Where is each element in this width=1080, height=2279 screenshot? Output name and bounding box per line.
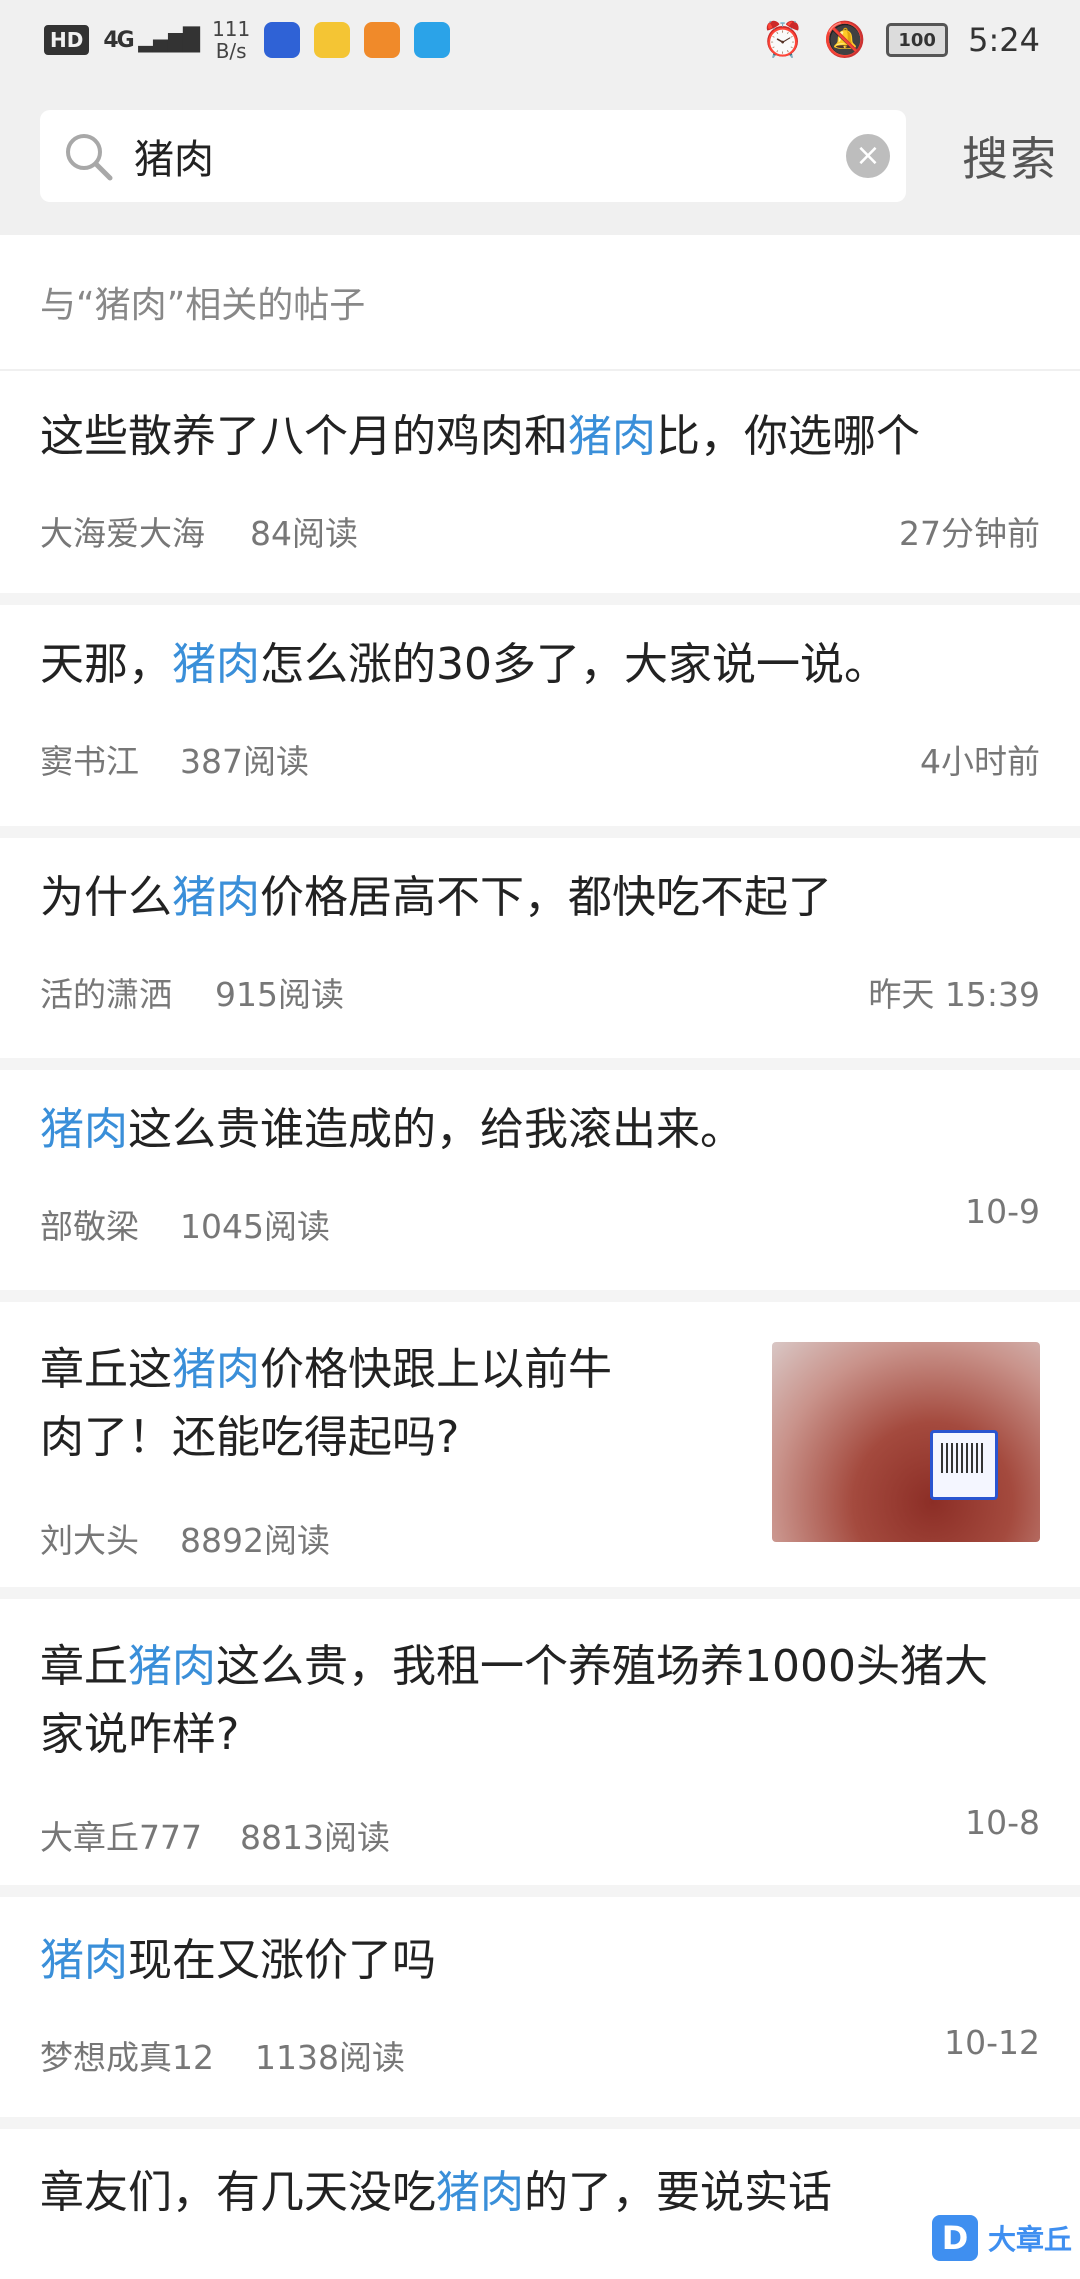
uc-browser-icon (364, 22, 401, 58)
post-title: 章丘这猪肉价格快跟上以前牛肉了！还能吃得起吗? (40, 1336, 680, 1472)
title-text: 章丘 (40, 1641, 128, 1692)
post-author: 刘大头 (40, 1521, 139, 1560)
post-reads: 915阅读 (215, 975, 344, 1014)
post-reads: 8813阅读 (240, 1818, 390, 1857)
post-author: 部敬梁 (40, 1207, 139, 1246)
title-text: 这些散养了八个月的鸡肉和 (40, 411, 568, 462)
post-reads: 8892阅读 (180, 1521, 330, 1560)
section-header: 与“猪肉”相关的帖子 (0, 235, 1080, 371)
network-speed: 111 B/s (212, 18, 250, 62)
status-left: HD 4G ▂▄▆█ 111 B/s (44, 18, 451, 62)
post-title: 章友们，有几天没吃猪肉的了，要说实话 (40, 2159, 832, 2227)
post-item[interactable]: 猪肉现在又涨价了吗 梦想成真12 1138阅读 10-12 (0, 1897, 1080, 2129)
post-reads: 1045阅读 (180, 1207, 330, 1246)
post-author: 大章丘777 (40, 1818, 202, 1857)
post-thumbnail (772, 1342, 1040, 1542)
title-text: 肉了！还能吃得起吗? (40, 1412, 460, 1463)
post-time: 10-12 (944, 2023, 1040, 2062)
title-text: 为什么 (40, 872, 172, 923)
post-title: 天那，猪肉怎么涨的30多了，大家说一说。 (40, 631, 888, 699)
post-item[interactable]: 为什么猪肉价格居高不下，都快吃不起了 活的潇洒 915阅读 昨天 15:39 (0, 838, 1080, 1070)
post-title: 章丘猪肉这么贵，我租一个养殖场养1000头猪大家说咋样? (40, 1633, 988, 1769)
post-item[interactable]: 章丘这猪肉价格快跟上以前牛肉了！还能吃得起吗? 刘大头 8892阅读 (0, 1302, 1080, 1599)
watermark-text: 大章丘 (987, 2223, 1072, 2256)
title-highlight: 猪肉 (40, 1935, 128, 1986)
post-item[interactable]: 猪肉这么贵谁造成的，给我滚出来。 部敬梁 1045阅读 10-9 (0, 1070, 1080, 1302)
post-item[interactable]: 章丘猪肉这么贵，我租一个养殖场养1000头猪大家说咋样? 大章丘777 8813… (0, 1599, 1080, 1897)
status-bar: HD 4G ▂▄▆█ 111 B/s ⏰ 🔕 100 5:24 (0, 0, 1080, 85)
clear-icon[interactable]: × (846, 134, 890, 178)
search-icon (66, 134, 113, 181)
search-input[interactable]: 猪肉 × (40, 110, 906, 202)
post-time: 27分钟前 (899, 514, 1040, 553)
title-text: 天那， (40, 639, 172, 690)
title-highlight: 猪肉 (40, 1104, 128, 1155)
title-text: 这么贵，我租一个养殖场养1000头猪大 (216, 1641, 988, 1692)
title-highlight: 猪肉 (172, 872, 260, 923)
title-text: 怎么涨的30多了，大家说一说。 (260, 639, 888, 690)
title-text: 这么贵谁造成的，给我滚出来。 (128, 1104, 744, 1155)
post-item[interactable]: 天那，猪肉怎么涨的30多了，大家说一说。 窦书江 387阅读 4小时前 (0, 605, 1080, 838)
battery-icon: 100 (886, 23, 949, 57)
post-author: 窦书江 (40, 742, 139, 781)
search-row: 猪肉 × 搜索 (40, 110, 1080, 202)
post-author: 大海爱大海 (40, 514, 205, 553)
weibo-icon (314, 22, 351, 58)
status-right: ⏰ 🔕 100 5:24 (761, 20, 1040, 60)
post-reads: 1138阅读 (255, 2038, 405, 2077)
title-text: 比，你选哪个 (656, 411, 920, 462)
post-time: 10-9 (965, 1192, 1040, 1231)
title-highlight: 猪肉 (172, 639, 260, 690)
title-text: 的了，要说实话 (524, 2167, 832, 2218)
alarm-icon: ⏰ (761, 20, 804, 60)
clock: 5:24 (968, 21, 1040, 59)
post-time: 昨天 15:39 (868, 975, 1040, 1014)
title-text: 章丘这 (40, 1344, 172, 1395)
post-title: 这些散养了八个月的鸡肉和猪肉比，你选哪个 (40, 403, 920, 471)
battery-level: 100 (898, 29, 936, 51)
post-title: 猪肉这么贵谁造成的，给我滚出来。 (40, 1096, 744, 1164)
title-text: 家说咋样? (40, 1709, 240, 1760)
title-text: 价格快跟上以前牛 (260, 1344, 612, 1395)
post-reads: 84阅读 (250, 514, 358, 553)
watermark-logo-icon: D (931, 2215, 978, 2261)
signal-icon: 4G ▂▄▆█ (103, 27, 200, 53)
post-time: 4小时前 (920, 742, 1040, 781)
app-notification-icon (264, 22, 301, 58)
speed-unit: B/s (215, 39, 247, 63)
post-item[interactable]: 章友们，有几天没吃猪肉的了，要说实话 D 大章丘 (0, 2129, 1080, 2279)
network-type: 4G (103, 27, 134, 53)
search-query: 猪肉 (134, 137, 214, 183)
mute-icon: 🔕 (823, 20, 867, 60)
title-highlight: 猪肉 (568, 411, 656, 462)
search-button[interactable]: 搜索 (940, 123, 1080, 189)
speed-value: 111 (212, 17, 251, 41)
post-author: 活的潇洒 (40, 975, 172, 1014)
post-reads: 387阅读 (180, 742, 309, 781)
title-text: 价格居高不下，都快吃不起了 (260, 872, 832, 923)
title-highlight: 猪肉 (172, 1344, 260, 1395)
price-tag (930, 1430, 998, 1500)
title-text: 章友们，有几天没吃 (40, 2167, 436, 2218)
post-title: 猪肉现在又涨价了吗 (40, 1927, 436, 1995)
top-area: HD 4G ▂▄▆█ 111 B/s ⏰ 🔕 100 5:24 猪肉 × 搜索 (0, 0, 1080, 235)
hd-badge: HD (44, 25, 90, 55)
title-highlight: 猪肉 (436, 2167, 524, 2218)
post-time: 10-8 (965, 1803, 1040, 1842)
watermark: D 大章丘 (931, 2215, 1072, 2261)
xizi-app-icon (414, 22, 451, 58)
post-author: 梦想成真12 (40, 2038, 214, 2077)
post-item[interactable]: 这些散养了八个月的鸡肉和猪肉比，你选哪个 大海爱大海 84阅读 27分钟前 (0, 371, 1080, 605)
title-text: 现在又涨价了吗 (128, 1935, 436, 1986)
post-title: 为什么猪肉价格居高不下，都快吃不起了 (40, 864, 832, 932)
title-highlight: 猪肉 (128, 1641, 216, 1692)
